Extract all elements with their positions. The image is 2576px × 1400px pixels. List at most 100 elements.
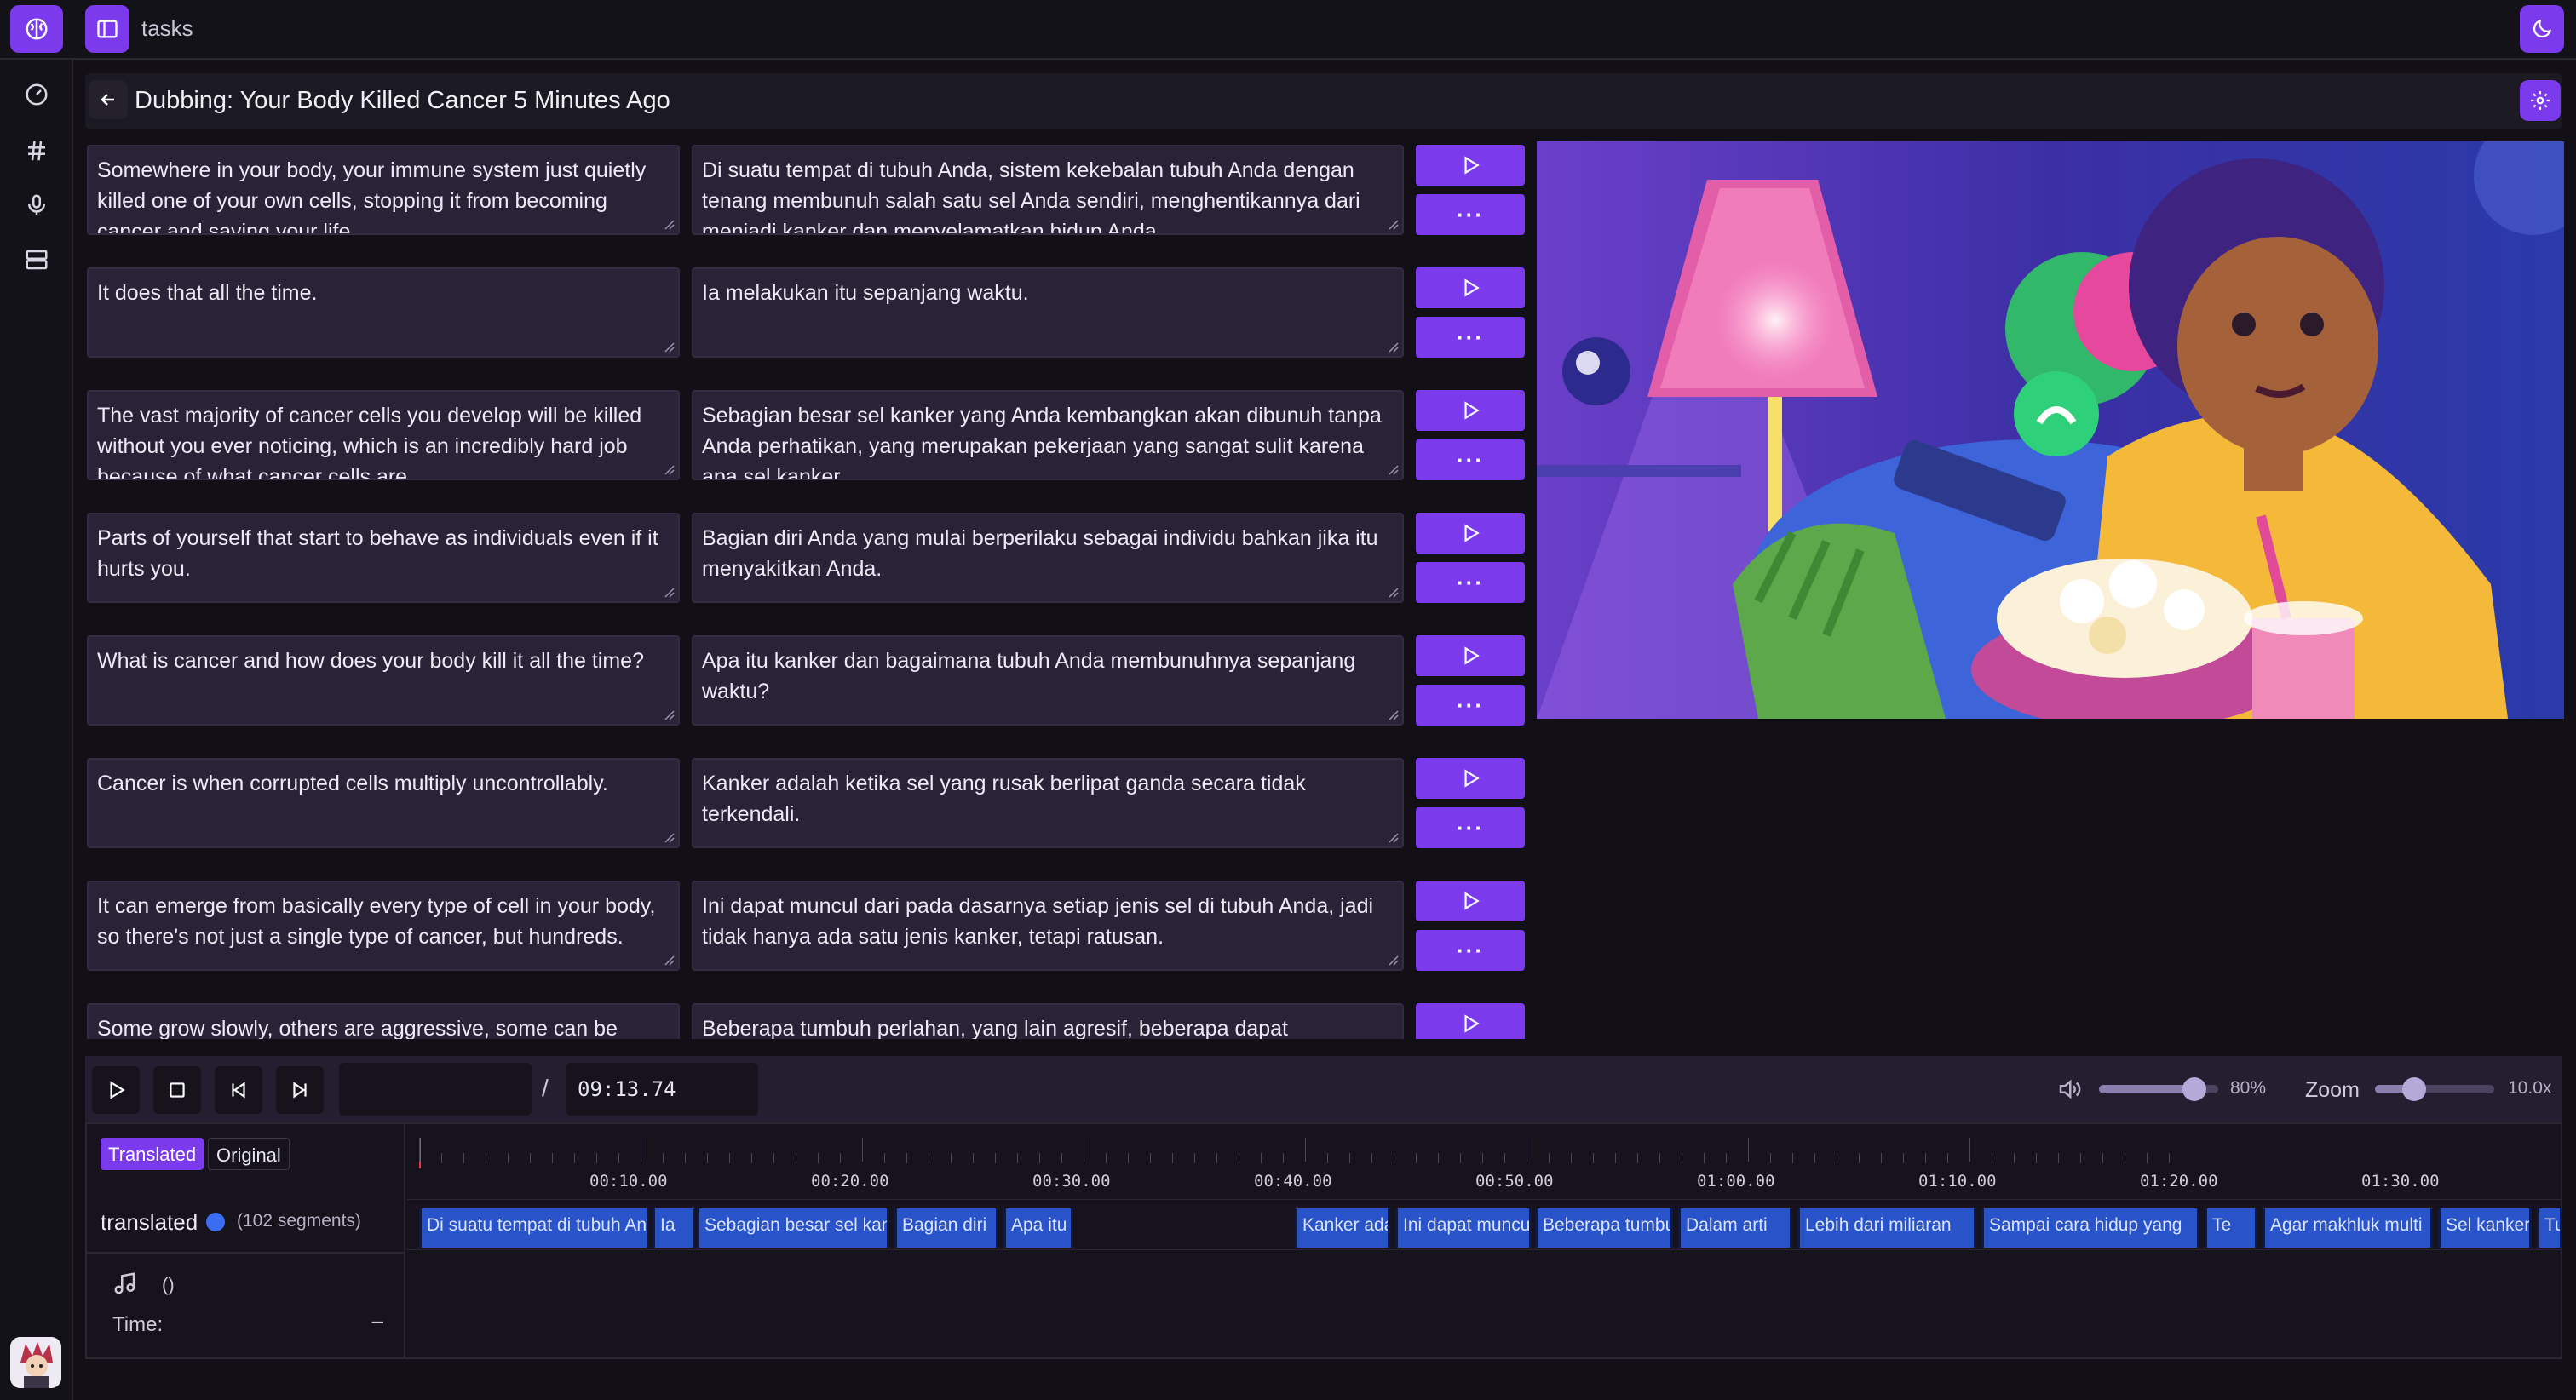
play-button[interactable] [92, 1066, 140, 1114]
ruler-tick [463, 1153, 464, 1163]
timeline-clip[interactable]: Kanker adalah [1295, 1208, 1390, 1248]
original-text-field[interactable]: Some grow slowly, others are aggressive,… [87, 1003, 680, 1039]
resize-grip-icon[interactable] [1388, 832, 1400, 844]
timeline-clip[interactable]: Apa itu [1003, 1208, 1073, 1248]
resize-grip-icon[interactable] [1388, 219, 1400, 231]
timeline-clip[interactable]: Bagian diri [894, 1208, 998, 1248]
ruler-tick [1327, 1153, 1328, 1163]
segment-more-button[interactable]: ··· [1416, 685, 1525, 726]
segment-more-button[interactable]: ··· [1416, 562, 1525, 603]
timeline-clip[interactable]: Sebagian besar sel kanker [697, 1208, 889, 1248]
resize-grip-icon[interactable] [1388, 341, 1400, 353]
resize-grip-icon[interactable] [1388, 464, 1400, 476]
segment-more-button[interactable]: ··· [1416, 807, 1525, 848]
timeline-clip[interactable]: Tubuh [2537, 1208, 2562, 1248]
resize-grip-icon[interactable] [664, 219, 676, 231]
breadcrumb[interactable]: tasks [141, 15, 193, 42]
timeline-clip[interactable]: Dalam arti [1678, 1208, 1792, 1248]
track-color-dot[interactable] [206, 1213, 225, 1231]
play-segment-button[interactable] [1416, 267, 1525, 308]
resize-grip-icon[interactable] [664, 341, 676, 353]
timeline-clip[interactable]: Beberapa tumbuh [1535, 1208, 1673, 1248]
translated-text-field[interactable]: Apa itu kanker dan bagaimana tubuh Anda … [692, 635, 1404, 726]
transport-bar: / 09:13.74 80% Zoom 10.0x [85, 1056, 2562, 1122]
timeline-clip[interactable]: Ini dapat muncul [1395, 1208, 1532, 1248]
zoom-slider[interactable] [2375, 1077, 2494, 1101]
ruler-tick [1261, 1153, 1262, 1163]
ruler-tick [685, 1153, 686, 1163]
original-text-field[interactable]: Somewhere in your body, your immune syst… [87, 145, 680, 235]
stop-button[interactable] [153, 1066, 201, 1114]
avatar[interactable] [10, 1337, 61, 1388]
translated-track[interactable]: Di suatu tempat di tubuh Anda, sistemIaS… [407, 1199, 2562, 1250]
timeline-clip[interactable]: Di suatu tempat di tubuh Anda, sistem [419, 1208, 649, 1248]
translated-text-field[interactable]: Bagian diri Anda yang mulai berperilaku … [692, 513, 1404, 603]
segment-list[interactable]: Somewhere in your body, your immune syst… [85, 140, 1527, 1039]
original-text-field[interactable]: It does that all the time. [87, 267, 680, 358]
sidebar-item-microphone[interactable] [22, 191, 51, 220]
theme-toggle-button[interactable] [2520, 5, 2564, 53]
play-segment-button[interactable] [1416, 881, 1525, 921]
ruler-tick [1593, 1153, 1594, 1163]
ruler-tick [729, 1153, 730, 1163]
settings-button[interactable] [2520, 80, 2561, 121]
tab-translated[interactable]: Translated [101, 1138, 204, 1170]
translated-text-field[interactable]: Ia melakukan itu sepanjang waktu. [692, 267, 1404, 358]
play-segment-button[interactable] [1416, 758, 1525, 799]
segment-more-button[interactable]: ··· [1416, 194, 1525, 235]
translated-text-field[interactable]: Sebagian besar sel kanker yang Anda kemb… [692, 390, 1404, 480]
original-text-field[interactable]: What is cancer and how does your body ki… [87, 635, 680, 726]
original-text-field[interactable]: Parts of yourself that start to behave a… [87, 513, 680, 603]
segment-more-button[interactable]: ··· [1416, 930, 1525, 971]
resize-grip-icon[interactable] [1388, 709, 1400, 721]
resize-grip-icon[interactable] [664, 709, 676, 721]
time-ruler[interactable]: 00:10.00 00:20.00 00:30.00 00:40.00 00:50.00… [407, 1124, 2562, 1201]
translated-text-field[interactable]: Kanker adalah ketika sel yang rusak berl… [692, 758, 1404, 848]
timeline-clip[interactable]: Ia [653, 1208, 695, 1248]
current-time-input[interactable] [339, 1063, 532, 1116]
zoom-slider-handle[interactable] [2402, 1077, 2427, 1101]
play-segment-button[interactable] [1416, 1003, 1525, 1039]
sidebar-item-storage[interactable] [22, 245, 51, 274]
resize-grip-icon[interactable] [664, 464, 676, 476]
resize-grip-icon[interactable] [664, 587, 676, 599]
timeline-clip[interactable]: Te [2205, 1208, 2257, 1248]
original-text-field[interactable]: Cancer is when corrupted cells multiply … [87, 758, 680, 848]
timeline-clip[interactable]: Agar makhluk multi [2263, 1208, 2433, 1248]
sidebar-toggle-button[interactable] [85, 5, 129, 53]
sidebar-item-hash[interactable] [22, 136, 51, 165]
ruler-tick [1726, 1153, 1727, 1163]
timeline-clip[interactable]: Sel kanker [2438, 1208, 2532, 1248]
translated-text-field[interactable]: Beberapa tumbuh perlahan, yang lain agre… [692, 1003, 1404, 1039]
volume-slider[interactable] [2099, 1077, 2218, 1101]
play-segment-button[interactable] [1416, 513, 1525, 554]
skip-back-button[interactable] [215, 1066, 262, 1114]
original-text-field[interactable]: The vast majority of cancer cells you de… [87, 390, 680, 480]
ruler-tick [1571, 1153, 1572, 1163]
skip-forward-button[interactable] [276, 1066, 324, 1114]
logo-button[interactable] [10, 5, 63, 53]
timeline-clip[interactable]: Sampai cara hidup yang [1981, 1208, 2199, 1248]
translated-text-field[interactable]: Ini dapat muncul dari pada dasarnya seti… [692, 881, 1404, 971]
original-text-field[interactable]: It can emerge from basically every type … [87, 881, 680, 971]
tab-original[interactable]: Original [208, 1138, 290, 1170]
play-segment-button[interactable] [1416, 390, 1525, 431]
duration-display: 09:13.74 [566, 1063, 758, 1116]
translated-text-field[interactable]: Di suatu tempat di tubuh Anda, sistem ke… [692, 145, 1404, 235]
resize-grip-icon[interactable] [1388, 587, 1400, 599]
segment-more-button[interactable]: ··· [1416, 317, 1525, 358]
volume-icon[interactable] [2056, 1076, 2084, 1104]
timeline-clip[interactable]: Lebih dari miliaran [1797, 1208, 1976, 1248]
video-preview[interactable] [1537, 141, 2564, 719]
back-button[interactable] [89, 80, 128, 119]
resize-grip-icon[interactable] [664, 832, 676, 844]
sidebar-item-dashboard[interactable] [22, 80, 51, 109]
play-segment-button[interactable] [1416, 145, 1525, 186]
play-segment-button[interactable] [1416, 635, 1525, 676]
segment-more-button[interactable]: ··· [1416, 439, 1525, 480]
resize-grip-icon[interactable] [1388, 955, 1400, 967]
segment-info-panel: () Time: – [87, 1252, 405, 1357]
skip-forward-icon [293, 1082, 307, 1099]
volume-slider-handle[interactable] [2182, 1077, 2206, 1101]
resize-grip-icon[interactable] [664, 955, 676, 967]
